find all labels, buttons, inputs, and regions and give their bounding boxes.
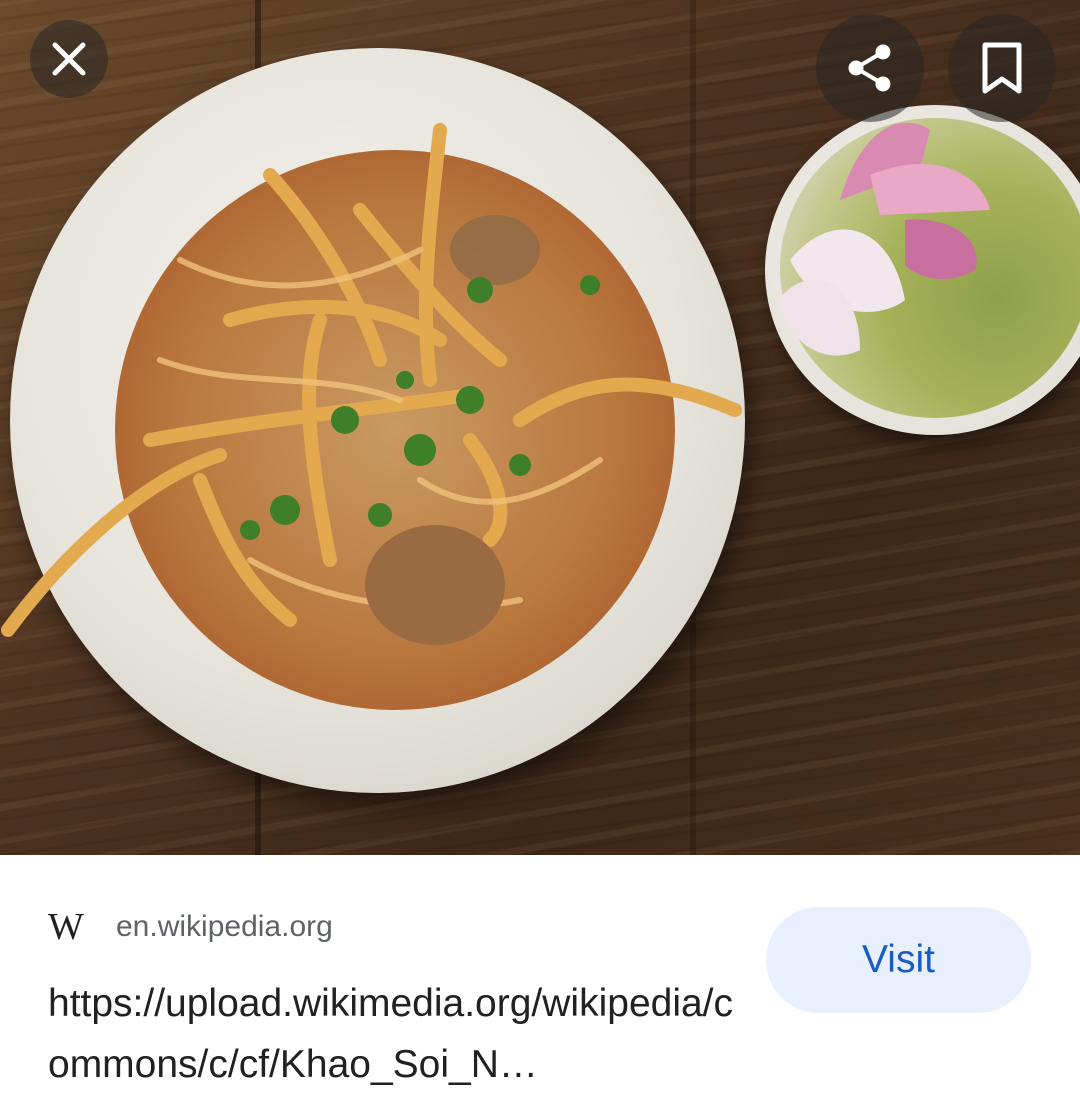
image-preview[interactable]: [0, 0, 1080, 855]
visit-button[interactable]: Visit: [766, 907, 1031, 1013]
source-domain: en.wikipedia.org: [116, 910, 333, 943]
share-icon: [848, 44, 891, 92]
wikipedia-logo-icon: W: [48, 906, 84, 948]
close-button[interactable]: [30, 20, 108, 98]
source-row: W en.wikipedia.org: [48, 905, 333, 949]
close-icon: [52, 42, 86, 76]
bookmark-icon: [982, 42, 1022, 94]
save-button[interactable]: [948, 14, 1056, 122]
source-panel: W en.wikipedia.org https://upload.wikime…: [0, 855, 1080, 1105]
shallot-wedges: [778, 122, 990, 356]
share-button[interactable]: [816, 14, 924, 122]
image-url[interactable]: https://upload.wikimedia.org/wikipedia/c…: [48, 973, 738, 1095]
